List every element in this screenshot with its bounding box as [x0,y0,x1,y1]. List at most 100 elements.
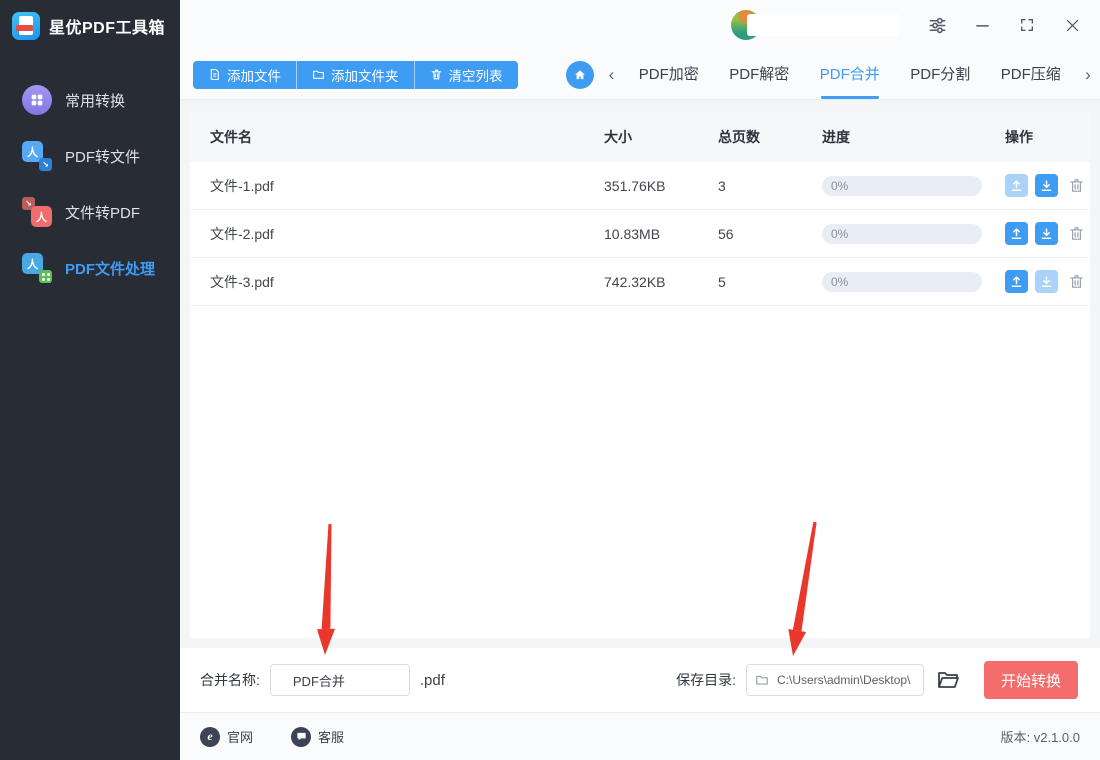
add-file-button[interactable]: 添加文件 [193,60,296,89]
tab-pdf-merge[interactable]: PDF合并 [805,50,896,99]
arrow-up-icon [1011,228,1022,239]
app-window: 星优PDF工具箱 常用转换 PDF转文件 文件转PDF [0,0,1100,760]
grid-icon [22,85,52,115]
customer-service-link[interactable]: 客服 [291,726,344,747]
sidebar-item-file-to-pdf[interactable]: 文件转PDF [0,184,180,240]
sidebar-item-label: PDF文件处理 [65,260,156,278]
file-to-pdf-icon [22,197,52,227]
progress-bar: 0% [822,223,982,244]
save-path-field[interactable] [746,664,924,696]
toolbar: 添加文件 添加文件夹 清空列表 ‹ PDF加密 PDF解密 PDF合并 PDF分… [180,50,1100,100]
app-logo: 星优PDF工具箱 [0,0,180,40]
save-dir-group: 保存目录: 开始转换 [676,661,1078,699]
file-pages-cell: 5 [718,273,726,290]
delete-file-button[interactable] [1065,175,1087,197]
table-row: 文件-3.pdf 742.32KB 5 0% [190,258,1090,306]
settings-sliders-icon[interactable] [927,15,947,35]
trash-icon [1069,179,1083,192]
chat-bubble-icon [291,726,312,747]
save-path-input[interactable] [775,672,915,688]
sidebar-item-label: PDF转文件 [65,148,141,166]
redacted-username [747,14,899,36]
table-row: 文件-2.pdf 10.83MB 56 0% [190,210,1090,258]
window-controls [927,15,1082,35]
title-bar [180,0,1100,50]
footer: e 官网 客服 版本: v2.1.0.0 [180,712,1100,760]
move-down-button[interactable] [1035,222,1058,245]
merge-name-label: 合并名称: [200,672,260,688]
move-down-button[interactable] [1035,174,1058,197]
pdf-process-icon [22,253,52,283]
file-size-cell: 351.76KB [604,177,666,194]
app-logo-icon [12,12,40,40]
toolbar-button-group: 添加文件 添加文件夹 清空列表 [193,60,518,89]
arrow-down-icon [1041,276,1052,287]
sidebar: 星优PDF工具箱 常用转换 PDF转文件 文件转PDF [0,0,180,760]
file-pages-cell: 3 [718,177,726,194]
tab-pdf-split[interactable]: PDF分割 [895,50,986,99]
minimize-icon[interactable] [972,15,992,35]
move-up-button[interactable] [1005,174,1028,197]
col-pages: 总页数 [718,129,760,145]
progress-bar: 0% [822,175,982,196]
file-extension: .pdf [419,671,445,689]
arrow-up-icon [1011,276,1022,287]
col-size: 大小 [604,129,632,145]
trash-icon [1069,275,1083,288]
pdf-to-file-icon [22,141,52,171]
tab-pdf-encrypt[interactable]: PDF加密 [624,50,715,99]
move-down-button[interactable] [1035,270,1058,293]
sidebar-nav: 常用转换 PDF转文件 文件转PDF PDF文件处理 [0,72,180,296]
home-button[interactable] [565,60,594,89]
main-area: 添加文件 添加文件夹 清空列表 ‹ PDF加密 PDF解密 PDF合并 PDF分… [180,0,1100,760]
official-site-link[interactable]: e 官网 [200,726,253,747]
sidebar-item-common-convert[interactable]: 常用转换 [0,72,180,128]
tab-bar: ‹ PDF加密 PDF解密 PDF合并 PDF分割 PDF压缩 › [600,50,1100,99]
arrow-down-icon [1041,228,1052,239]
browser-e-icon: e [200,726,220,747]
delete-file-button[interactable] [1065,271,1087,293]
move-up-button[interactable] [1005,270,1028,293]
tab-pdf-compress[interactable]: PDF压缩 [986,50,1077,99]
tabs-next-icon[interactable]: › [1076,65,1100,85]
maximize-icon[interactable] [1017,15,1037,35]
file-name-cell: 文件-2.pdf [210,225,274,242]
save-dir-label: 保存目录: [676,672,736,688]
user-account[interactable] [731,9,903,41]
delete-file-button[interactable] [1065,223,1087,245]
col-filename: 文件名 [210,129,252,145]
clear-list-button[interactable]: 清空列表 [413,60,518,89]
sidebar-item-pdf-to-file[interactable]: PDF转文件 [0,128,180,184]
app-title: 星优PDF工具箱 [49,20,166,37]
tab-pdf-decrypt[interactable]: PDF解密 [714,50,805,99]
move-up-button[interactable] [1005,222,1028,245]
file-table: 文件名 大小 总页数 进度 操作 文件-1.pdf 351.76KB 3 0% [190,112,1090,638]
add-folder-button[interactable]: 添加文件夹 [296,60,414,89]
arrow-down-icon [1041,180,1052,191]
version-text: 版本: v2.1.0.0 [1000,730,1080,745]
file-size-cell: 742.32KB [604,273,666,290]
sidebar-item-label: 常用转换 [65,92,126,110]
arrow-up-icon [1011,180,1022,191]
document-icon [210,69,219,80]
file-name-cell: 文件-1.pdf [210,177,274,194]
tabs-prev-icon[interactable]: ‹ [600,65,624,85]
browse-folder-button[interactable] [936,668,960,692]
sidebar-item-label: 文件转PDF [65,204,141,222]
file-size-cell: 10.83MB [604,225,661,242]
action-bar: 合并名称: .pdf 保存目录: 开始转换 [180,648,1100,712]
sidebar-item-pdf-process[interactable]: PDF文件处理 [0,240,180,296]
trash-icon [1069,227,1083,240]
file-pages-cell: 56 [718,225,734,242]
merge-name-input[interactable] [269,664,410,696]
table-header: 文件名 大小 总页数 进度 操作 [190,112,1090,162]
close-icon[interactable] [1062,15,1082,35]
open-folder-icon [938,672,959,688]
home-icon [574,69,585,79]
file-name-cell: 文件-3.pdf [210,273,274,290]
folder-icon [313,70,324,79]
table-row: 文件-1.pdf 351.76KB 3 0% [190,162,1090,210]
folder-icon [756,675,768,685]
col-actions: 操作 [1005,129,1033,145]
start-convert-button[interactable]: 开始转换 [984,661,1078,699]
